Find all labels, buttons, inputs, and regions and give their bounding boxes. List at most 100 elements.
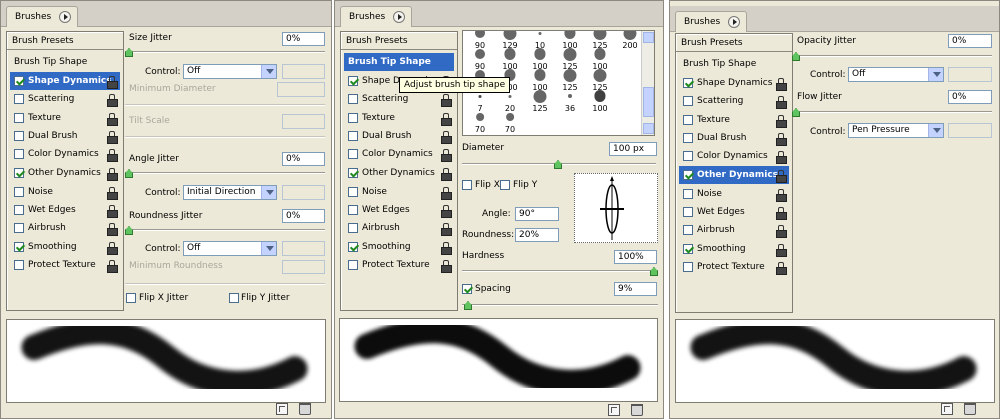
brush-tip-cell[interactable]: 36 [555, 90, 585, 113]
slider-thumb[interactable] [125, 169, 133, 178]
option-checkbox[interactable] [683, 96, 693, 107]
lock-icon[interactable] [441, 149, 452, 163]
option-checkbox[interactable] [14, 76, 24, 86]
diameter-slider[interactable] [462, 160, 656, 169]
brush-tip-cell[interactable] [585, 111, 615, 134]
lock-icon[interactable] [107, 94, 118, 108]
lock-icon[interactable] [107, 260, 118, 273]
brush-tip-cell[interactable]: 10 [525, 31, 555, 50]
new-brush-icon[interactable] [608, 404, 620, 416]
lock-icon[interactable] [441, 205, 452, 219]
brush-tip-cell[interactable]: 125 [555, 68, 585, 92]
brushes-tab[interactable]: Brushes [675, 11, 748, 32]
flip-x-jitter-checkbox[interactable] [126, 293, 136, 303]
option-checkbox[interactable] [348, 260, 358, 270]
brush-option-color-dynamics[interactable]: Color Dynamics [679, 147, 789, 165]
scroll-thumb[interactable] [643, 87, 654, 117]
opacity-jitter-slider[interactable] [792, 52, 992, 61]
slider-thumb[interactable] [125, 226, 133, 235]
angle-jitter-field[interactable]: 0% [282, 152, 325, 166]
option-checkbox[interactable] [14, 223, 24, 234]
lock-icon[interactable] [107, 149, 118, 163]
lock-icon[interactable] [107, 223, 118, 237]
lock-icon[interactable] [776, 169, 787, 183]
size-jitter-slider[interactable] [125, 48, 325, 57]
brush-option-color-dynamics[interactable]: Color Dynamics [344, 145, 454, 163]
option-checkbox[interactable] [14, 186, 24, 197]
brush-option-airbrush[interactable]: Airbrush [679, 221, 789, 239]
brush-tip-cell[interactable]: 90 [465, 31, 495, 50]
lock-icon[interactable] [776, 243, 787, 257]
option-checkbox[interactable] [683, 188, 693, 199]
brush-presets-item[interactable]: Brush Presets [676, 34, 792, 52]
lock-icon[interactable] [776, 132, 787, 146]
slider-thumb[interactable] [464, 301, 472, 310]
option-checkbox[interactable] [683, 225, 693, 236]
option-checkbox[interactable] [14, 112, 24, 123]
roundness-control-dropdown[interactable]: Off [183, 241, 277, 256]
option-checkbox[interactable] [683, 169, 693, 180]
diameter-field[interactable]: 100 px [609, 142, 657, 156]
lock-icon[interactable] [107, 167, 118, 181]
brush-option-scattering[interactable]: Scattering [10, 90, 120, 108]
angle-control-dropdown[interactable]: Initial Direction [183, 185, 277, 200]
brush-tip-cell[interactable] [525, 111, 555, 134]
new-brush-icon[interactable] [276, 403, 288, 415]
brush-option-smoothing[interactable]: Smoothing [344, 238, 454, 256]
hardness-field[interactable]: 100% [614, 250, 657, 264]
brush-option-wet-edges[interactable]: Wet Edges [10, 201, 120, 219]
brush-option-noise[interactable]: Noise [344, 183, 454, 201]
spacing-slider[interactable] [462, 301, 658, 310]
brush-option-other-dynamics[interactable]: Other Dynamics [344, 164, 454, 182]
size-control-dropdown[interactable]: Off [183, 64, 277, 79]
option-checkbox[interactable] [348, 223, 358, 234]
brush-tip-cell[interactable]: 100 [495, 48, 525, 71]
option-checkbox[interactable] [14, 149, 24, 160]
option-checkbox[interactable] [683, 78, 693, 88]
option-checkbox[interactable] [348, 241, 358, 252]
brush-tip-cell[interactable]: 125 [585, 68, 615, 92]
brush-tip-cell[interactable]: 70 [465, 111, 495, 134]
flow-jitter-field[interactable]: 0% [948, 90, 992, 104]
brush-tip-cell[interactable]: 90 [465, 48, 495, 71]
brush-option-wet-edges[interactable]: Wet Edges [679, 203, 789, 221]
brush-option-shape-dynamics[interactable]: Shape Dynamics [679, 74, 789, 92]
option-checkbox[interactable] [14, 205, 24, 216]
brush-tip-shape-item[interactable]: Brush Tip Shape [344, 53, 454, 71]
option-checkbox[interactable] [348, 130, 358, 141]
brush-option-noise[interactable]: Noise [679, 185, 789, 203]
brush-option-dual-brush[interactable]: Dual Brush [10, 127, 120, 145]
panel-menu-icon[interactable] [728, 16, 741, 28]
brush-option-protect-texture[interactable]: Protect Texture [679, 258, 789, 276]
chevron-down-icon[interactable] [928, 124, 943, 137]
brush-option-dual-brush[interactable]: Dual Brush [679, 129, 789, 147]
option-checkbox[interactable] [14, 241, 24, 252]
lock-icon[interactable] [107, 205, 118, 219]
option-checkbox[interactable] [348, 149, 358, 160]
lock-icon[interactable] [107, 112, 118, 126]
slider-thumb[interactable] [792, 108, 800, 117]
option-checkbox[interactable] [683, 243, 693, 254]
chevron-down-icon[interactable] [928, 68, 943, 81]
option-checkbox[interactable] [683, 207, 693, 218]
chevron-down-icon[interactable] [261, 65, 276, 78]
brush-tip-cell[interactable]: 129 [495, 31, 525, 50]
scroll-down-icon[interactable] [643, 123, 654, 134]
spacing-field[interactable]: 9% [614, 282, 657, 296]
option-checkbox[interactable] [348, 205, 358, 216]
option-checkbox[interactable] [14, 260, 24, 270]
brushes-tab[interactable]: Brushes [6, 6, 79, 27]
lock-icon[interactable] [441, 186, 452, 200]
slider-thumb[interactable] [554, 160, 562, 169]
option-checkbox[interactable] [683, 132, 693, 143]
lock-icon[interactable] [776, 96, 787, 110]
lock-icon[interactable] [441, 260, 452, 273]
slider-thumb[interactable] [125, 48, 133, 57]
slider-thumb[interactable] [792, 52, 800, 61]
angle-field[interactable]: 90° [515, 207, 559, 221]
delete-brush-icon[interactable] [631, 404, 643, 416]
panel-menu-icon[interactable] [59, 11, 72, 23]
scroll-up-icon[interactable] [643, 32, 654, 43]
chevron-down-icon[interactable] [261, 186, 276, 199]
option-checkbox[interactable] [348, 112, 358, 123]
